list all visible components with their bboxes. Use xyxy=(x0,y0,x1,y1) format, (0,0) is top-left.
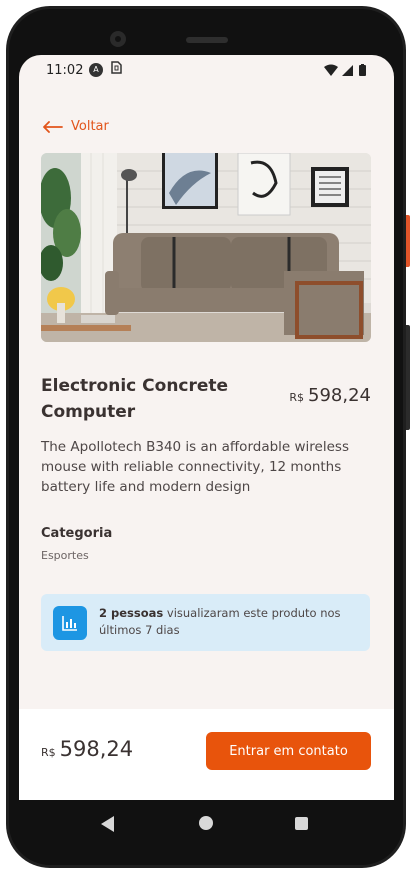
category-value: Esportes xyxy=(41,549,89,562)
status-time: 11:02 xyxy=(46,63,84,78)
android-notification-icon: A xyxy=(89,63,103,77)
views-message: 2 pessoas visualizaram este produto nos … xyxy=(99,605,359,639)
views-count: 2 pessoas xyxy=(99,606,164,620)
footer-price-value: 598,24 xyxy=(59,737,134,761)
back-label: Voltar xyxy=(71,118,109,134)
front-camera xyxy=(110,31,126,47)
bar-chart-icon xyxy=(53,606,87,640)
nav-back-icon[interactable] xyxy=(101,816,114,832)
product-title: Electronic Concrete Computer xyxy=(41,376,229,422)
footer-price: R$ 598,24 xyxy=(41,737,133,761)
price-currency: R$ xyxy=(289,391,305,404)
status-icons xyxy=(324,63,370,77)
earpiece-speaker xyxy=(186,37,228,43)
views-info-card: 2 pessoas visualizaram este produto nos … xyxy=(41,594,370,651)
back-link[interactable]: Voltar xyxy=(43,118,109,134)
status-bar: 11:02 A xyxy=(19,55,394,85)
bottom-action-bar: R$ 598,24 Entrar em contato xyxy=(19,709,394,800)
nav-recents-icon[interactable] xyxy=(295,817,308,830)
category-heading: Categoria xyxy=(41,526,113,541)
app-screen: 11:02 A Voltar Electronic Concrete Compu… xyxy=(19,55,394,800)
signal-icon xyxy=(342,65,353,76)
footer-price-currency: R$ xyxy=(41,746,56,759)
contact-button[interactable]: Entrar em contato xyxy=(206,732,371,770)
sim-icon xyxy=(111,61,122,77)
wifi-icon xyxy=(324,64,338,76)
android-nav-bar xyxy=(19,800,394,847)
volume-button xyxy=(406,325,410,430)
product-image xyxy=(41,153,371,342)
power-button xyxy=(406,215,410,267)
arrow-left-icon xyxy=(43,118,63,134)
price-value: 598,24 xyxy=(308,385,371,406)
product-description: The Apollotech B340 is an affordable wir… xyxy=(41,439,349,495)
nav-home-icon[interactable] xyxy=(199,816,213,830)
product-price: R$ 598,24 xyxy=(289,385,371,406)
battery-icon xyxy=(359,65,366,76)
